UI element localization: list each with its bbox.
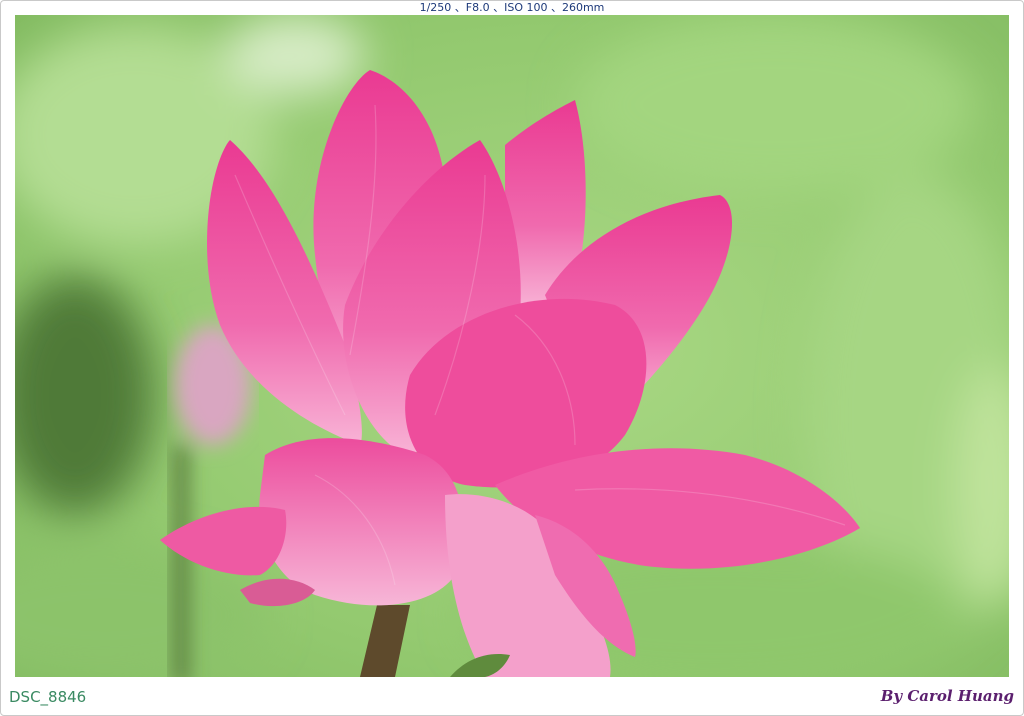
- photographer-credit: By Carol Huang: [880, 687, 1014, 705]
- lotus-photo: [15, 15, 1009, 677]
- filename-label: DSC_8846: [9, 688, 87, 706]
- exif-caption: 1/250 、F8.0 、ISO 100 、260mm: [419, 1, 605, 14]
